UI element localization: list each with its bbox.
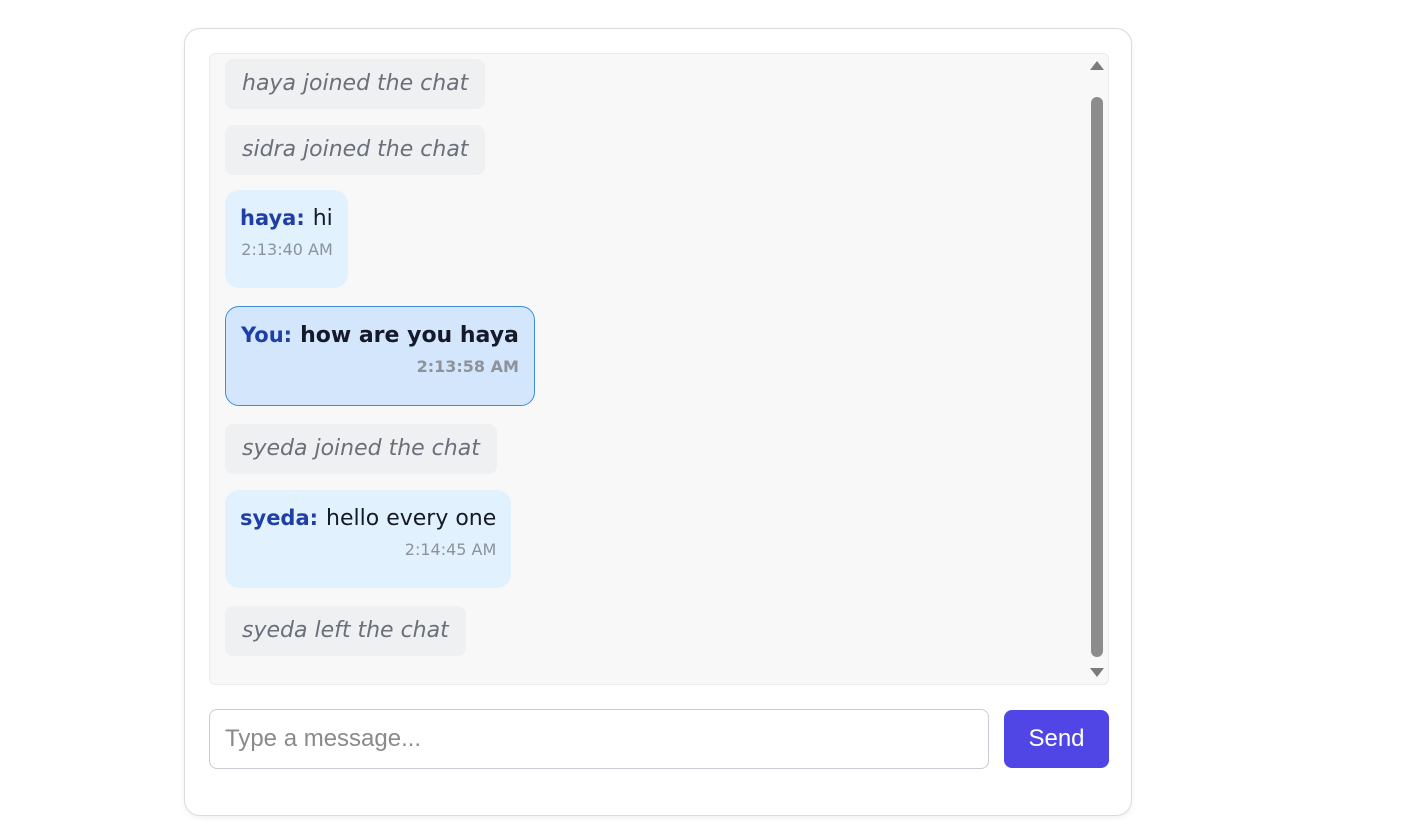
chat-card: haya joined the chat sidra joined the ch… [184,28,1132,816]
system-message: haya joined the chat [225,59,486,109]
message-sender: syeda: [240,506,319,530]
message-text: hello every one [326,506,497,531]
chat-message: syeda: hello every one 2:14:45 AM [225,490,512,588]
message-text: hi [312,206,333,231]
scroll-up-arrow-icon[interactable] [1090,61,1104,70]
messages-panel[interactable]: haya joined the chat sidra joined the ch… [209,53,1109,685]
message-composer: Send [209,709,1109,769]
message-list: haya joined the chat sidra joined the ch… [225,59,1084,656]
message-sender: You: [241,323,293,347]
scrollbar[interactable] [1089,54,1105,684]
message-timestamp: 2:13:40 AM [241,240,333,259]
scrollbar-thumb[interactable] [1091,97,1103,657]
own-chat-message: You: how are you haya 2:13:58 AM [225,306,535,406]
message-text: how are you haya [300,323,519,348]
system-message: syeda joined the chat [225,424,497,474]
scroll-down-arrow-icon[interactable] [1090,668,1104,677]
system-message: sidra joined the chat [225,125,486,175]
message-sender: haya: [240,206,305,230]
message-timestamp: 2:13:58 AM [416,357,519,376]
send-button[interactable]: Send [1004,710,1109,768]
chat-message: haya: hi 2:13:40 AM [225,190,348,288]
message-timestamp: 2:14:45 AM [404,540,497,559]
system-message: syeda left the chat [225,606,466,656]
message-input[interactable] [209,709,989,769]
